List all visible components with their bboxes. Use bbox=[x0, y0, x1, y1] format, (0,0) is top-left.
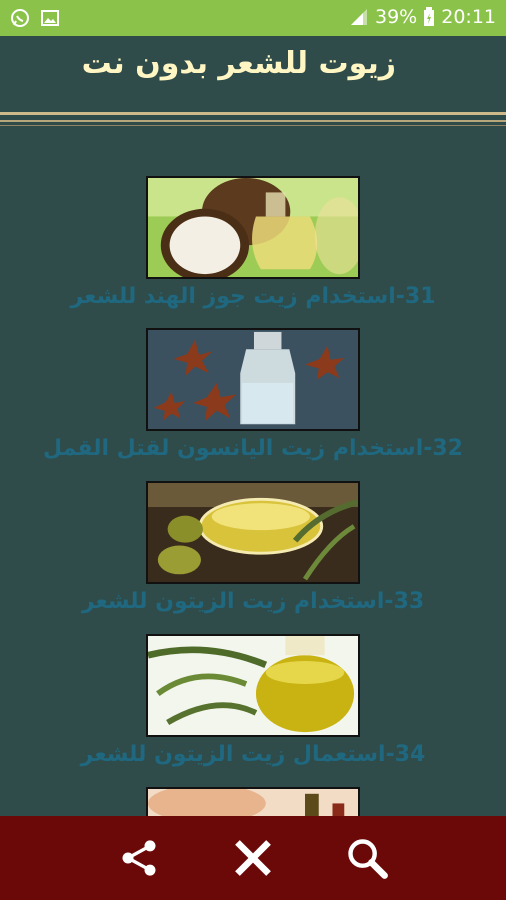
coconut-oil-thumbnail bbox=[146, 176, 360, 279]
clock: 20:11 bbox=[441, 6, 496, 28]
item-title: 32-استخدام زيت اليانسون لقتل القمل bbox=[43, 436, 463, 461]
status-bar: 39% 20:11 bbox=[0, 0, 506, 36]
page-title: زيوت للشعر بدون نت bbox=[81, 46, 396, 81]
olive-oil-bottle-thumbnail bbox=[146, 634, 360, 737]
header-divider bbox=[0, 112, 506, 115]
share-button[interactable] bbox=[111, 830, 167, 886]
whatsapp-icon bbox=[10, 8, 30, 28]
close-button[interactable] bbox=[225, 830, 281, 886]
search-button[interactable] bbox=[339, 830, 395, 886]
list-item[interactable]: 34-استعمال زيت الزيتون للشعر bbox=[0, 634, 506, 784]
item-title: 31-استخدام زيت جوز الهند للشعر bbox=[70, 284, 436, 309]
list-item[interactable]: 31-استخدام زيت جوز الهند للشعر bbox=[0, 176, 506, 326]
item-title: 34-استعمال زيت الزيتون للشعر bbox=[80, 742, 426, 767]
battery-icon bbox=[423, 7, 435, 27]
header-divider bbox=[0, 125, 506, 126]
anise-oil-thumbnail bbox=[146, 328, 360, 431]
item-title: 33-استخدام زيت الزيتون للشعر bbox=[81, 589, 425, 614]
list-item[interactable]: 33-استخدام زيت الزيتون للشعر bbox=[0, 481, 506, 631]
olive-oil-thumbnail bbox=[146, 481, 360, 584]
image-icon bbox=[40, 8, 60, 28]
signal-icon bbox=[349, 7, 369, 27]
search-icon bbox=[348, 839, 388, 879]
header-divider bbox=[0, 120, 506, 122]
share-icon bbox=[122, 840, 156, 876]
battery-percent: 39% bbox=[375, 6, 418, 28]
bottom-toolbar bbox=[0, 816, 506, 900]
header: زيوت للشعر بدون نت bbox=[0, 36, 506, 116]
close-icon bbox=[235, 840, 271, 876]
list-item[interactable]: 32-استخدام زيت اليانسون لقتل القمل bbox=[0, 328, 506, 478]
